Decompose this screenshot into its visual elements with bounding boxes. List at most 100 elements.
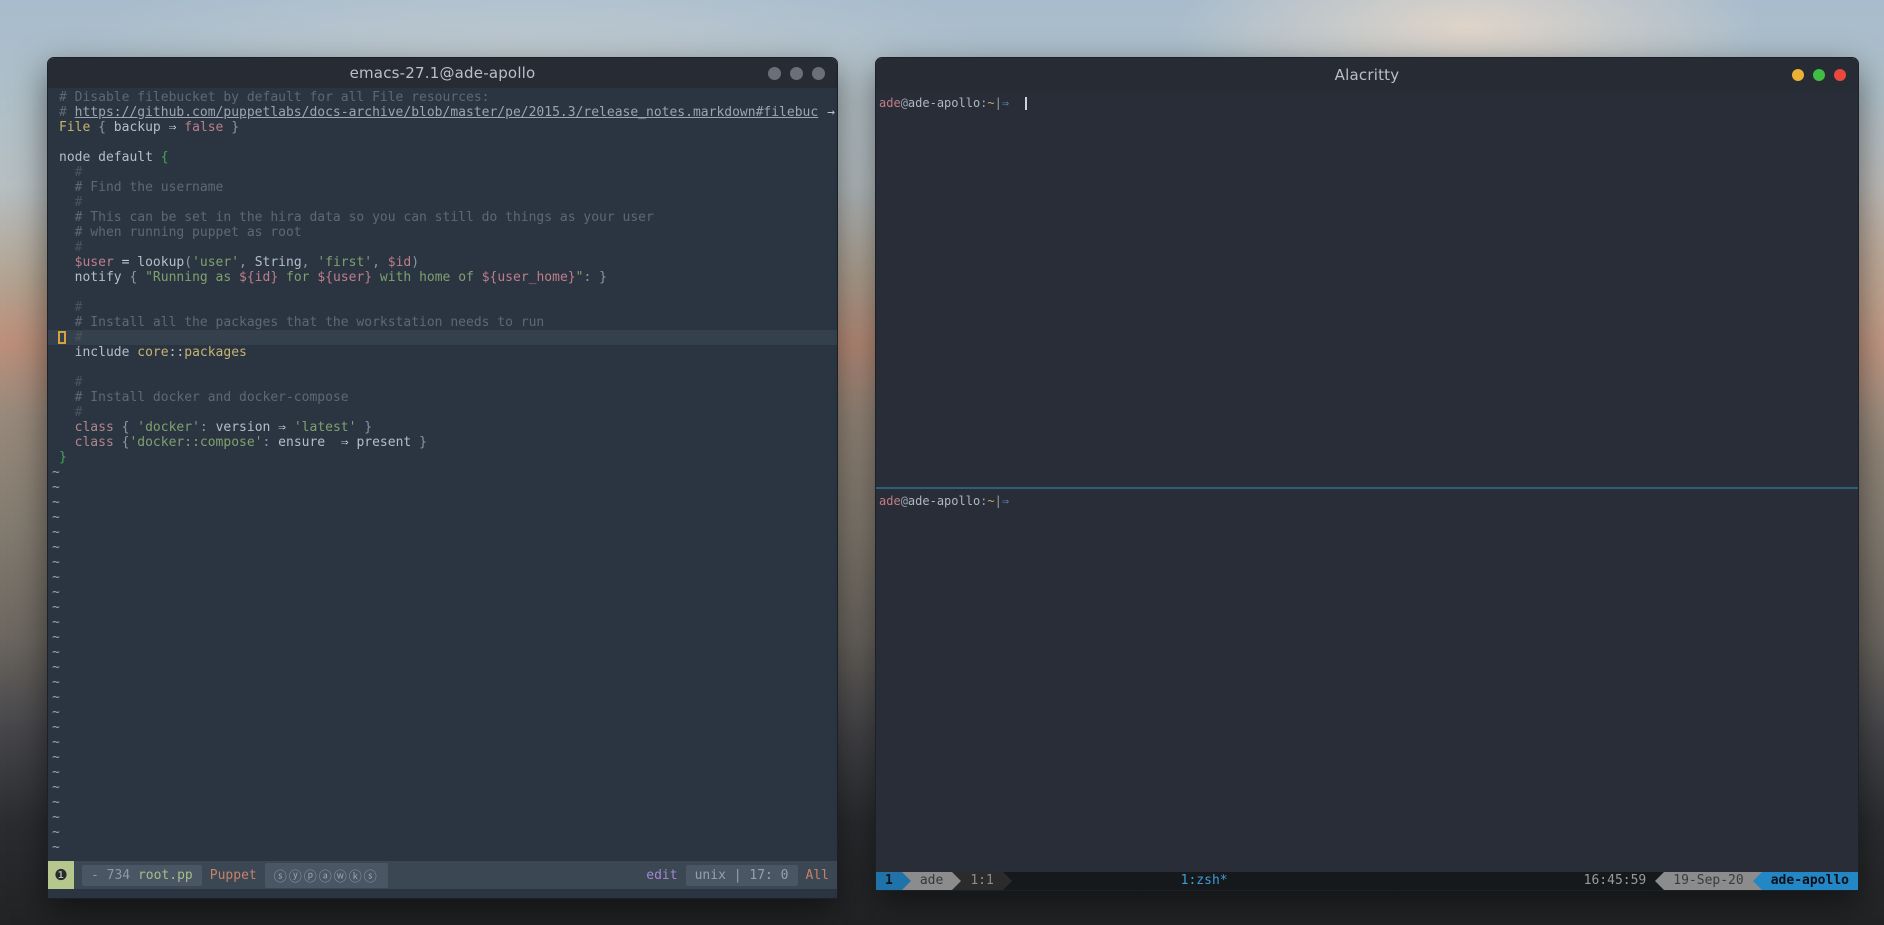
tmux-segment[interactable]: 1:1 [961, 872, 1002, 890]
alacritty-titlebar[interactable]: Alacritty [876, 58, 1858, 91]
tmux-window-list[interactable]: 1:zsh* [1012, 872, 1575, 890]
code-token: include [59, 345, 137, 360]
code-line[interactable]: # Disable filebucket by default for all … [48, 90, 837, 105]
tmux-active-window-label[interactable]: 1:zsh* [1181, 872, 1228, 890]
empty-line-tilde: ~ [48, 795, 837, 810]
code-token: File [59, 120, 90, 135]
code-line[interactable]: # https://github.com/puppetlabs/docs-arc… [48, 105, 837, 120]
code-token: ) [411, 255, 419, 270]
terminal-content: ade@ade-apollo:~|⇒ ade@ade-apollo:~|⇒ 1a… [876, 91, 1858, 890]
code-token: # Disable filebucket by default for all … [59, 90, 489, 105]
code-token: false [184, 120, 223, 135]
empty-line-tilde: ~ [48, 705, 837, 720]
code-line[interactable]: $user = lookup('user', String, 'first', … [48, 255, 837, 270]
prompt-arrow-icon: ⇒ [1002, 494, 1009, 508]
window-control-icon[interactable] [790, 67, 803, 80]
code-token: { [90, 120, 113, 135]
code-line[interactable]: # Install docker and docker-compose [48, 390, 837, 405]
terminal-pane-2[interactable]: ade@ade-apollo:~|⇒ [876, 489, 1858, 872]
powerline-arrow-icon [1753, 872, 1762, 890]
code-token: ⇒ [325, 435, 356, 450]
code-line[interactable] [48, 360, 837, 375]
code-token: String [255, 255, 302, 270]
code-token: = [114, 255, 137, 270]
code-line[interactable]: notify { "Running as ${id} for ${user} w… [48, 270, 837, 285]
maximize-icon[interactable] [1813, 69, 1825, 81]
emacs-code: # Disable filebucket by default for all … [48, 90, 837, 465]
code-line[interactable]: # [48, 300, 837, 315]
code-line[interactable]: class {'docker::compose': ensure ⇒ prese… [48, 435, 837, 450]
empty-line-tilde: ~ [48, 570, 837, 585]
emacs-tildes: ~~~~~~~~~~~~~~~~~~~~~~~~~~~ [48, 465, 837, 861]
encoding-position-label: unix | 17: 0 [686, 865, 798, 886]
empty-line-tilde: ~ [48, 615, 837, 630]
minimize-icon[interactable] [1792, 69, 1804, 81]
tmux-segment[interactable]: 16:45:59 [1575, 872, 1656, 890]
code-line[interactable]: File { backup ⇒ false } [48, 120, 837, 135]
prompt-token: @ [901, 96, 908, 110]
code-token: ${id} [239, 270, 278, 285]
code-token: # [59, 105, 75, 120]
empty-line-tilde: ~ [48, 555, 837, 570]
empty-line-tilde: ~ [48, 510, 837, 525]
window-control-icon[interactable] [768, 67, 781, 80]
code-line[interactable]: # [48, 195, 837, 210]
code-token: 'latest' [294, 420, 357, 435]
empty-line-tilde: ~ [48, 540, 837, 555]
code-line[interactable]: # [48, 240, 837, 255]
code-token: notify [59, 270, 122, 285]
code-token: # when running puppet as root [59, 225, 302, 240]
code-token: # Install all the packages that the work… [59, 315, 544, 330]
tmux-segment[interactable]: ade-apollo [1762, 872, 1858, 890]
code-token: # [59, 195, 82, 210]
emacs-buffer[interactable]: # Disable filebucket by default for all … [48, 88, 837, 861]
empty-line-tilde: ~ [48, 780, 837, 795]
code-token: for [278, 270, 317, 285]
alacritty-window: Alacritty ade@ade-apollo:~|⇒ ade@ade-apo… [875, 57, 1859, 891]
tmux-status-bar: 1 ade 1:1 1:zsh* 16:45:59 19-Sep-20 ade-apollo [876, 872, 1858, 890]
code-line[interactable]: # [48, 405, 837, 420]
code-token: # [59, 300, 82, 315]
code-line[interactable]: # Install all the packages that the work… [48, 315, 837, 330]
code-line[interactable]: } [48, 450, 837, 465]
code-line[interactable] [48, 135, 837, 150]
major-mode-label[interactable]: Puppet [210, 868, 257, 883]
code-line[interactable] [48, 285, 837, 300]
emacs-window-buttons [768, 58, 825, 88]
code-line[interactable]: include core::packages [48, 345, 837, 360]
code-line[interactable]: # Find the username [48, 180, 837, 195]
empty-line-tilde: ~ [48, 600, 837, 615]
empty-line-tilde: ~ [48, 825, 837, 840]
code-token: packages [184, 345, 247, 360]
tmux-segment[interactable]: 19-Sep-20 [1664, 872, 1752, 890]
code-line[interactable]: node default { [48, 150, 837, 165]
code-token: $user [59, 255, 114, 270]
close-icon[interactable] [1834, 69, 1846, 81]
code-token: lookup [137, 255, 184, 270]
window-control-icon[interactable] [812, 67, 825, 80]
empty-line-tilde: ~ [48, 735, 837, 750]
code-line[interactable]: # [48, 375, 837, 390]
empty-line-tilde: ~ [48, 690, 837, 705]
terminal-cursor [1025, 97, 1027, 110]
code-line[interactable]: # This can be set in the hira data so yo… [48, 210, 837, 225]
code-token: } [411, 435, 427, 450]
desktop-wallpaper: emacs-27.1@ade-apollo # Disable filebuck… [0, 0, 1884, 925]
code-line[interactable]: # when running puppet as root [48, 225, 837, 240]
code-token: "Running as [145, 270, 239, 285]
empty-line-tilde: ~ [48, 630, 837, 645]
code-token: class [59, 435, 114, 450]
code-line[interactable]: # [48, 165, 837, 180]
code-token: { [114, 435, 130, 450]
emacs-titlebar[interactable]: emacs-27.1@ade-apollo [48, 58, 837, 88]
terminal-pane-1[interactable]: ade@ade-apollo:~|⇒ [876, 91, 1858, 487]
tmux-segment[interactable]: ade [911, 872, 952, 890]
tmux-segment[interactable]: 1 [876, 872, 902, 890]
prompt-token: | [995, 96, 1002, 110]
powerline-arrow-icon [1655, 872, 1664, 890]
code-line[interactable]: class { 'docker': version ⇒ 'latest' } [48, 420, 837, 435]
code-link[interactable]: https://github.com/puppetlabs/docs-archi… [75, 105, 819, 120]
alacritty-window-title: Alacritty [1335, 66, 1400, 84]
code-token: node default [59, 150, 161, 165]
code-line[interactable]: # [48, 330, 837, 345]
